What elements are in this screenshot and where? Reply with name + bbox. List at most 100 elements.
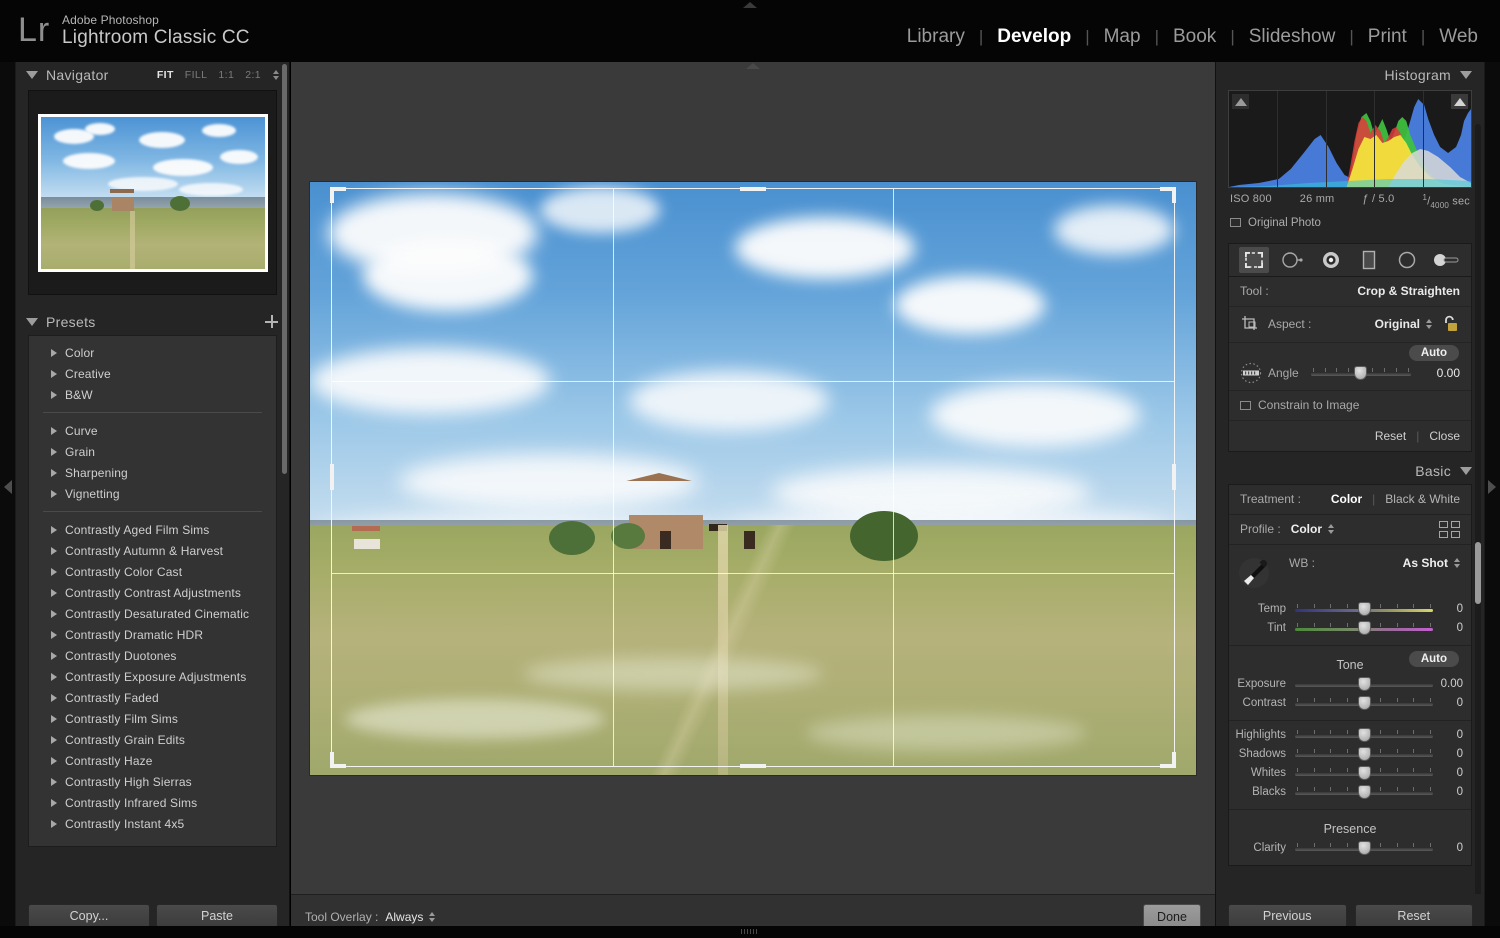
previous-button[interactable]: Previous — [1228, 904, 1347, 928]
preset-group-color[interactable]: Color — [29, 342, 276, 363]
treatment-black-and-white[interactable]: Black & White — [1385, 492, 1460, 506]
shadows-slider[interactable] — [1295, 747, 1433, 762]
preset-group-user[interactable]: Contrastly Color Cast — [29, 561, 276, 582]
tool-overlay-stepper-icon[interactable] — [429, 911, 436, 922]
left-panel-scrollbar[interactable] — [282, 64, 287, 474]
preset-group-grain[interactable]: Grain — [29, 441, 276, 462]
white-balance-selector[interactable] — [1237, 556, 1271, 596]
contrast-slider[interactable] — [1295, 696, 1433, 711]
adjustment-brush-tool[interactable] — [1431, 247, 1461, 273]
crop-reset-button[interactable]: Reset — [1375, 429, 1406, 443]
copy-button[interactable]: Copy... — [28, 904, 150, 928]
right-panel-scrollbar[interactable] — [1475, 542, 1481, 604]
chevron-down-icon[interactable] — [26, 318, 38, 326]
module-develop[interactable]: Develop — [983, 26, 1085, 48]
exposure-slider[interactable] — [1295, 677, 1433, 692]
photo-container[interactable] — [310, 181, 1196, 775]
preset-group-user[interactable]: Contrastly Contrast Adjustments — [29, 582, 276, 603]
navigator-preview[interactable] — [28, 90, 277, 295]
module-slideshow[interactable]: Slideshow — [1235, 26, 1350, 48]
constrain-to-image-row[interactable]: Constrain to Image — [1229, 391, 1471, 421]
preset-group-label: Sharpening — [65, 465, 128, 480]
right-panel-collapse-strip[interactable] — [1484, 62, 1500, 938]
shadow-clipping-indicator[interactable] — [1232, 94, 1249, 109]
preset-group-user[interactable]: Contrastly High Sierras — [29, 771, 276, 792]
presets-header[interactable]: Presets — [16, 309, 289, 335]
red-eye-correction-tool[interactable] — [1316, 247, 1346, 273]
preset-group-user[interactable]: Contrastly Autumn & Harvest — [29, 540, 276, 561]
zoom-fill[interactable]: FILL — [185, 69, 208, 81]
crop-auto-button[interactable]: Auto — [1408, 344, 1459, 361]
right-panel-scrollbar-track[interactable] — [1475, 124, 1481, 914]
preset-group-user[interactable]: Contrastly Duotones — [29, 645, 276, 666]
basic-header[interactable]: Basic — [1216, 458, 1484, 484]
photo-canvas[interactable] — [291, 62, 1215, 894]
preset-group-user[interactable]: Contrastly Instant 4x5 — [29, 813, 276, 834]
wb-stepper-icon[interactable] — [1454, 557, 1460, 568]
highlight-clipping-indicator[interactable] — [1451, 94, 1468, 109]
preset-group-creative[interactable]: Creative — [29, 363, 276, 384]
zoom-1-1[interactable]: 1:1 — [218, 69, 234, 81]
preset-group-user[interactable]: Contrastly Exposure Adjustments — [29, 666, 276, 687]
chevron-down-icon[interactable] — [1460, 466, 1472, 475]
zoom-stepper-icon[interactable] — [273, 70, 279, 80]
preset-group-sharpening[interactable]: Sharpening — [29, 462, 276, 483]
paste-button[interactable]: Paste — [156, 904, 278, 928]
original-photo-toggle[interactable]: Original Photo — [1230, 217, 1470, 229]
highlights-slider[interactable] — [1295, 728, 1433, 743]
main-content: Navigator FIT FILL 1:1 2:1 Presets Color… — [0, 62, 1500, 938]
add-preset-icon[interactable] — [265, 315, 279, 329]
module-book[interactable]: Book — [1159, 26, 1230, 48]
histogram-header[interactable]: Histogram — [1216, 62, 1484, 88]
checkbox-icon[interactable] — [1240, 400, 1251, 410]
histogram-graph[interactable] — [1228, 90, 1472, 188]
preset-group-user[interactable]: Contrastly Faded — [29, 687, 276, 708]
crop-overlay-tool[interactable] — [1239, 246, 1270, 273]
top-panel-collapse-handle[interactable] — [743, 2, 757, 8]
zoom-fit[interactable]: FIT — [157, 69, 174, 81]
graduated-filter-tool[interactable] — [1354, 247, 1384, 273]
profile-value[interactable]: Color — [1291, 522, 1322, 536]
module-map[interactable]: Map — [1090, 26, 1155, 48]
preset-group-user[interactable]: Contrastly Infrared Sims — [29, 792, 276, 813]
filmstrip-collapse-bar[interactable] — [0, 926, 1500, 938]
reset-button[interactable]: Reset — [1354, 904, 1473, 928]
preset-group-vignetting[interactable]: Vignetting — [29, 483, 276, 504]
preset-group-user[interactable]: Contrastly Film Sims — [29, 708, 276, 729]
wb-value[interactable]: As Shot — [1403, 556, 1448, 570]
aspect-stepper-icon[interactable] — [1426, 319, 1432, 330]
blacks-slider[interactable] — [1295, 785, 1433, 800]
preset-group-bw[interactable]: B&W — [29, 384, 276, 405]
tool-overlay-value[interactable]: Always — [385, 910, 423, 924]
profile-stepper-icon[interactable] — [1328, 524, 1335, 535]
chevron-down-icon[interactable] — [1460, 71, 1472, 79]
preset-group-user[interactable]: Contrastly Haze — [29, 750, 276, 771]
preset-group-user[interactable]: Contrastly Grain Edits — [29, 729, 276, 750]
radial-filter-icon — [1399, 251, 1416, 269]
profile-browser-icon[interactable] — [1439, 520, 1460, 538]
preset-group-curve[interactable]: Curve — [29, 420, 276, 441]
navigator-header[interactable]: Navigator FIT FILL 1:1 2:1 — [16, 62, 289, 88]
chevron-down-icon[interactable] — [26, 71, 38, 79]
crop-aspect-value[interactable]: Original — [1375, 317, 1420, 331]
module-library[interactable]: Library — [893, 26, 979, 48]
preset-group-user[interactable]: Contrastly Dramatic HDR — [29, 624, 276, 645]
crop-close-button[interactable]: Close — [1429, 429, 1460, 443]
tint-slider[interactable] — [1295, 621, 1433, 636]
treatment-color[interactable]: Color — [1331, 492, 1362, 506]
module-web[interactable]: Web — [1425, 26, 1492, 48]
module-print[interactable]: Print — [1354, 26, 1421, 48]
left-panel-collapse-strip[interactable] — [0, 62, 16, 938]
zoom-2-1[interactable]: 2:1 — [245, 69, 261, 81]
tone-auto-button[interactable]: Auto — [1408, 650, 1459, 667]
radial-filter-tool[interactable] — [1392, 247, 1422, 273]
temp-slider[interactable] — [1295, 602, 1433, 617]
lock-open-icon[interactable] — [1440, 314, 1460, 334]
spot-removal-tool[interactable] — [1277, 247, 1307, 273]
clarity-slider[interactable] — [1295, 841, 1433, 856]
preset-group-user[interactable]: Contrastly Aged Film Sims — [29, 519, 276, 540]
angle-slider[interactable] — [1310, 366, 1411, 381]
whites-slider[interactable] — [1295, 766, 1433, 781]
preset-group-user[interactable]: Contrastly Desaturated Cinematic — [29, 603, 276, 624]
checkbox-icon[interactable] — [1230, 218, 1241, 228]
